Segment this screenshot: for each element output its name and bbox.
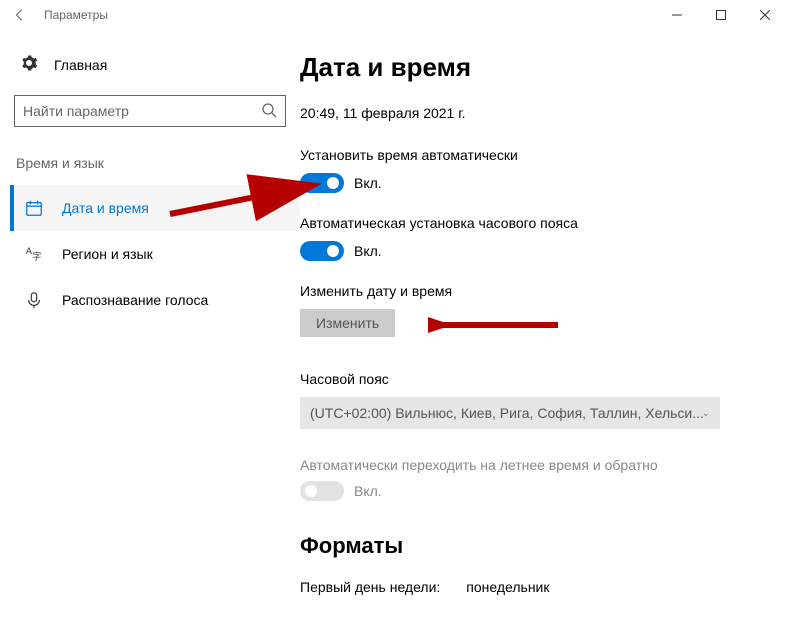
nav-item-datetime[interactable]: Дата и время	[10, 185, 300, 231]
first-day-row: Первый день недели: понедельник	[300, 579, 779, 595]
auto-tz-state: Вкл.	[354, 243, 382, 259]
auto-tz-toggle[interactable]	[300, 241, 344, 261]
main-content: Дата и время 20:49, 11 февраля 2021 г. У…	[300, 30, 795, 628]
auto-time-label: Установить время автоматически	[300, 147, 779, 163]
change-button[interactable]: Изменить	[300, 309, 395, 337]
category-label: Время и язык	[10, 151, 300, 185]
auto-time-state: Вкл.	[354, 175, 382, 191]
svg-text:字: 字	[32, 250, 41, 261]
nav-item-label: Распознавание голоса	[62, 292, 208, 308]
nav-item-region[interactable]: A字 Регион и язык	[10, 231, 300, 277]
change-dt-label: Изменить дату и время	[300, 283, 779, 299]
datetime-icon	[24, 199, 44, 217]
first-day-value: понедельник	[466, 579, 549, 595]
chevron-down-icon: ⌄	[702, 408, 710, 419]
back-icon[interactable]	[8, 3, 32, 27]
minimize-button[interactable]	[655, 0, 699, 30]
dst-toggle	[300, 481, 344, 501]
auto-tz-label: Автоматическая установка часового пояса	[300, 215, 779, 231]
nav-item-label: Регион и язык	[62, 246, 153, 262]
current-datetime: 20:49, 11 февраля 2021 г.	[300, 105, 779, 121]
dst-state: Вкл.	[354, 483, 382, 499]
timezone-dropdown[interactable]: (UTC+02:00) Вильнюс, Киев, Рига, София, …	[300, 397, 720, 429]
nav-item-voice[interactable]: Распознавание голоса	[10, 277, 300, 323]
home-nav[interactable]: Главная	[10, 46, 300, 83]
search-icon	[261, 102, 277, 121]
formats-heading: Форматы	[300, 533, 779, 559]
timezone-label: Часовой пояс	[300, 371, 779, 387]
timezone-value: (UTC+02:00) Вильнюс, Киев, Рига, София, …	[310, 405, 704, 421]
close-button[interactable]	[743, 0, 787, 30]
search-box[interactable]	[14, 95, 286, 127]
page-title: Дата и время	[300, 52, 779, 83]
titlebar: Параметры	[0, 0, 795, 30]
search-input[interactable]	[23, 103, 261, 119]
window-controls	[655, 0, 787, 30]
sidebar: Главная Время и язык Дата и время A字 Рег…	[0, 30, 300, 628]
maximize-button[interactable]	[699, 0, 743, 30]
home-label: Главная	[54, 57, 107, 73]
first-day-label: Первый день недели:	[300, 579, 440, 595]
auto-time-toggle[interactable]	[300, 173, 344, 193]
dst-label: Автоматически переходить на летнее время…	[300, 457, 779, 473]
region-icon: A字	[24, 245, 44, 263]
voice-icon	[24, 291, 44, 309]
window-title: Параметры	[44, 8, 108, 22]
gear-icon	[20, 54, 38, 75]
svg-text:A: A	[26, 246, 32, 256]
nav-item-label: Дата и время	[62, 200, 149, 216]
